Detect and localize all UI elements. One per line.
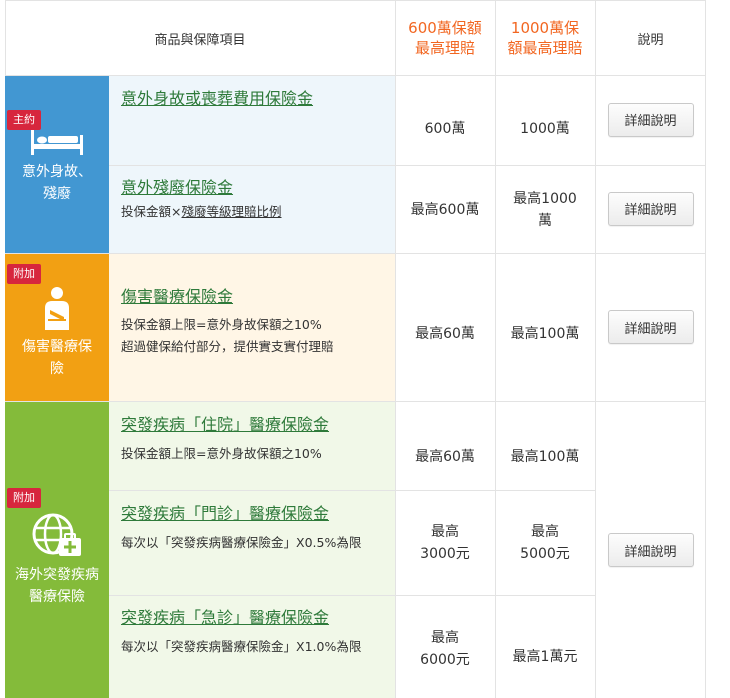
grid-line [705,0,706,698]
item-title-link[interactable]: 突發疾病「急診」醫療保險金 [121,607,383,629]
value-600: 最高600萬 [410,201,480,218]
coverage-table: 商品與保障項目 600萬保額最高理賠 1000萬保額最高理賠 說明 主約 意外身… [5,0,706,698]
value-600: 最高60萬 [415,326,475,342]
grid-line [109,490,595,491]
globe-medkit-icon [32,513,81,556]
item-title-link[interactable]: 突發疾病「門診」醫療保險金 [121,503,383,525]
category-accident: 主約 意外身故、殘廢 [5,76,109,254]
detail-button[interactable]: 詳細說明 [607,102,694,137]
tag-main: 主約 [7,110,41,130]
header-1000: 1000萬保額最高理賠 [495,0,595,76]
category-label: 海外突發疾病醫療保險 [15,567,99,605]
injured-person-icon [45,287,69,330]
grid-line [5,0,706,1]
grid-line [395,0,396,698]
value-600: 600萬 [424,120,466,137]
detail-button[interactable]: 詳細說明 [607,533,694,567]
tag-rider: 附加 [7,488,41,508]
header-desc: 說明 [595,0,706,76]
grid-line [5,75,706,76]
value-1000: 最高1萬元 [512,648,578,665]
grid-line [109,165,706,166]
grid-line [595,0,596,698]
list-item: 突發疾病「住院」醫療保險金 投保金額上限=意外身故保額之10% [109,402,395,491]
item-title-link[interactable]: 意外身故或喪葬費用保險金 [121,88,383,110]
grid-line [5,0,6,76]
grid-line [109,595,595,596]
category-label: 傷害醫療保險 [22,339,92,377]
item-title-link[interactable]: 傷害醫療保險金 [121,286,383,308]
item-title-link[interactable]: 意外殘廢保險金 [121,177,383,199]
item-subtext: 投保金額上限=意外身故保額之10% [121,317,322,332]
value-1000: 1000萬 [520,120,570,137]
list-item: 意外身故或喪葬費用保險金 [109,76,395,165]
list-item: 突發疾病「急診」醫療保險金 每次以「突發疾病醫療保險金」X1.0%為限 [109,595,395,698]
item-subtext: 投保金額上限=意外身故保額之10% [121,446,322,461]
category-overseas-illness: 附加 海外突發疾病醫療保險 [5,402,109,698]
item-subtext: 每次以「突發疾病醫療保險金」X0.5%為限 [121,535,362,550]
bed-icon [31,129,83,155]
list-item: 突發疾病「門診」醫療保險金 每次以「突發疾病醫療保險金」X0.5%為限 [109,491,395,595]
list-item: 意外殘廢保險金 投保金額×殘廢等級理賠比例 [109,165,395,254]
value-600: 最高6000元 [420,629,470,668]
item-subtext: 投保金額×殘廢等級理賠比例 [121,201,383,223]
sub-link[interactable]: 殘廢等級理賠比例 [181,204,281,219]
header-product: 商品與保障項目 [5,0,395,76]
detail-button[interactable]: 詳細說明 [607,310,694,344]
item-title-link[interactable]: 突發疾病「住院」醫療保險金 [121,414,383,436]
header-600: 600萬保額最高理賠 [395,0,495,76]
tag-rider: 附加 [7,264,41,284]
value-1000: 最高1000萬 [513,190,577,229]
grid-line [5,253,706,254]
category-label: 意外身故、殘廢 [22,164,92,202]
value-1000: 最高100萬 [510,326,580,342]
item-subtext: 每次以「突發疾病醫療保險金」X1.0%為限 [121,639,362,654]
value-1000: 最高5000元 [520,524,570,562]
value-600: 最高60萬 [415,448,475,465]
item-subtext-2: 超過健保給付部分，提供實支實付理賠 [121,339,334,354]
category-injury-medical: 附加 傷害醫療保險 [5,254,109,402]
value-1000: 最高100萬 [510,448,580,465]
sub-prefix: 投保金額× [121,204,182,219]
detail-button[interactable]: 詳細說明 [607,191,694,226]
list-item: 傷害醫療保險金 投保金額上限=意外身故保額之10% 超過健保給付部分，提供實支實… [109,254,395,402]
grid-line [495,0,496,698]
grid-line [5,401,706,402]
value-600: 最高3000元 [420,524,470,562]
